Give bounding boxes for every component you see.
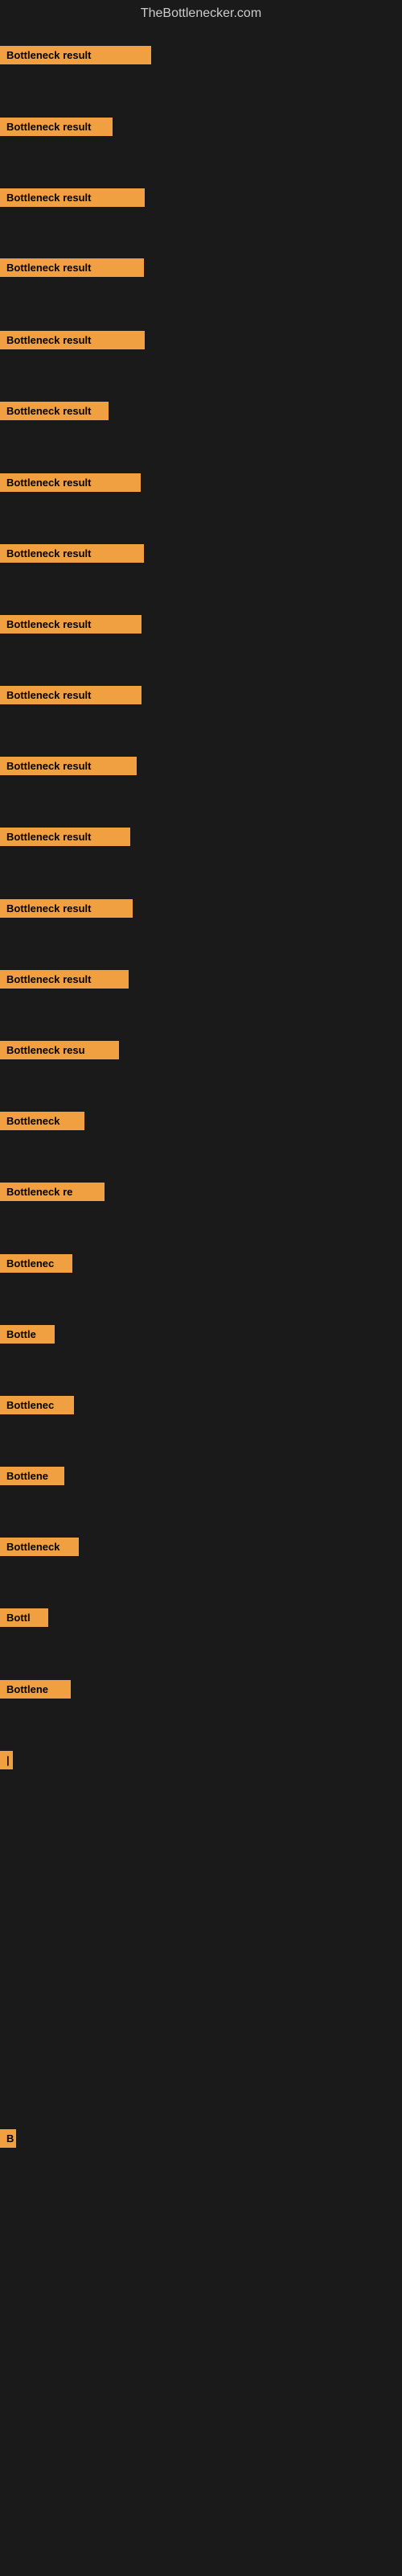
bottleneck-result-item: Bottleneck result <box>0 331 145 349</box>
bottleneck-result-item: Bottleneck result <box>0 757 137 775</box>
bottleneck-result-item: Bottleneck <box>0 1538 79 1556</box>
bottleneck-result-item: Bottlenec <box>0 1396 74 1414</box>
bottleneck-result-item: Bottleneck result <box>0 544 144 563</box>
bottleneck-result-item: Bottle <box>0 1325 55 1344</box>
bottleneck-result-item: Bottlene <box>0 1467 64 1485</box>
bottleneck-result-item: | <box>0 1751 13 1769</box>
bottleneck-result-item: Bottleneck result <box>0 828 130 846</box>
bottleneck-result-item: Bottleneck <box>0 1112 84 1130</box>
bottleneck-result-item: Bottleneck result <box>0 46 151 64</box>
bottleneck-result-item: Bottlene <box>0 1680 71 1699</box>
bottleneck-result-item: Bottleneck result <box>0 970 129 989</box>
bottleneck-result-item: Bottl <box>0 1608 48 1627</box>
bottleneck-result-item: Bottleneck result <box>0 188 145 207</box>
bottleneck-result-item: Bottleneck re <box>0 1183 105 1201</box>
bottleneck-result-item: Bottleneck result <box>0 118 113 136</box>
bottleneck-result-item: Bottleneck result <box>0 615 142 634</box>
bottleneck-result-item: Bottleneck result <box>0 899 133 918</box>
bottleneck-result-item: Bottleneck result <box>0 473 141 492</box>
bottleneck-result-item: B <box>0 2129 16 2148</box>
bottleneck-result-item: Bottlenec <box>0 1254 72 1273</box>
bottleneck-result-item: Bottleneck resu <box>0 1041 119 1059</box>
site-title: TheBottlenecker.com <box>0 0 402 27</box>
bottleneck-result-item: Bottleneck result <box>0 686 142 704</box>
bottleneck-result-item: Bottleneck result <box>0 258 144 277</box>
bottleneck-result-item: Bottleneck result <box>0 402 109 420</box>
